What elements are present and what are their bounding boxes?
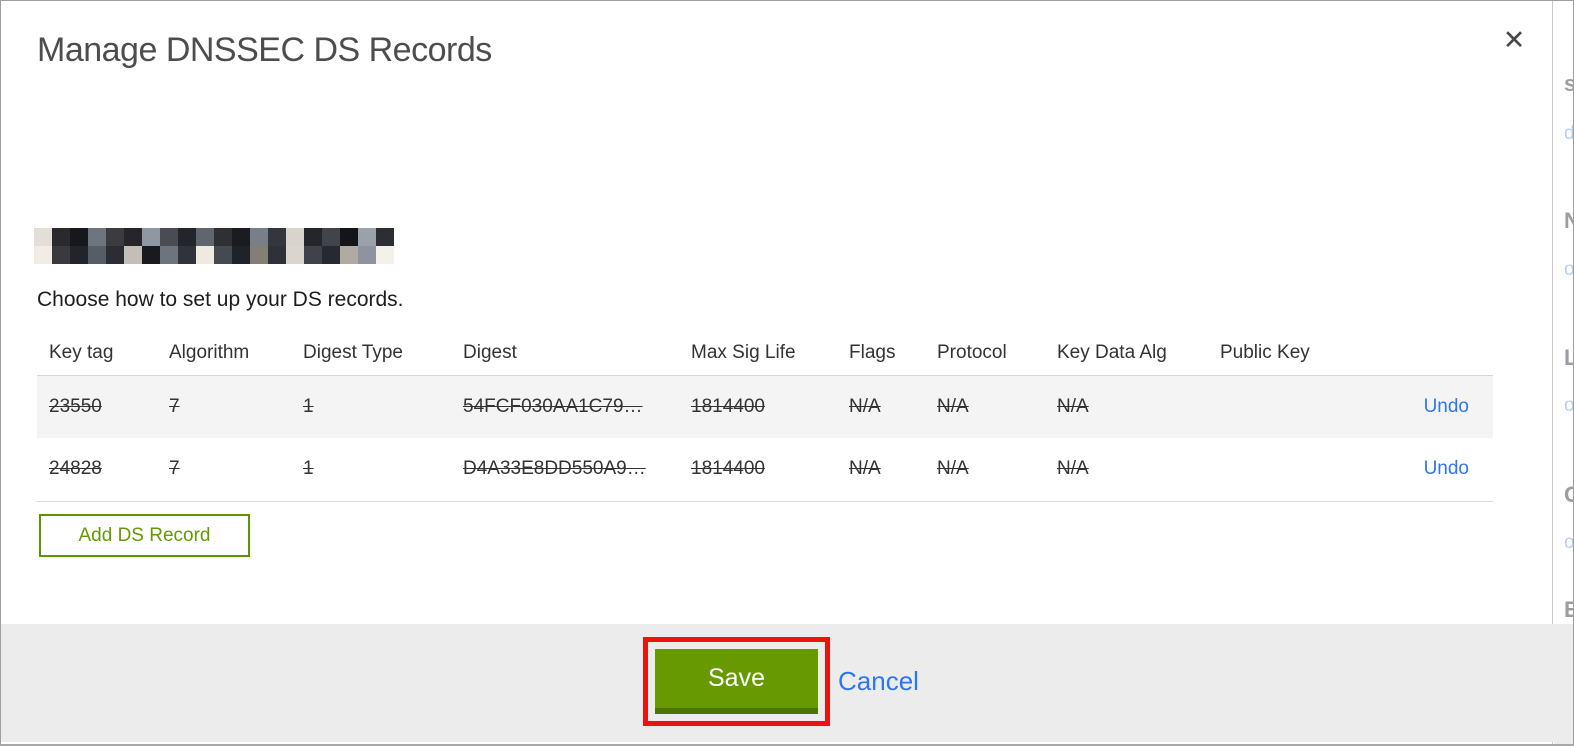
undo-link[interactable]: Undo bbox=[1424, 396, 1469, 417]
background-text-fragment: o bbox=[1564, 259, 1573, 280]
column-header-actions bbox=[1358, 331, 1493, 376]
cell-public-key bbox=[1208, 438, 1358, 502]
cell-max-sig-life: 1814400 bbox=[679, 375, 837, 438]
dialog-footer: Save Cancel bbox=[0, 624, 1574, 742]
cancel-link[interactable]: Cancel bbox=[838, 666, 919, 697]
column-header-protocol: Protocol bbox=[925, 331, 1045, 376]
table-row: 24828 7 1 D4A33E8DD550A9… 1814400 N/A N/… bbox=[37, 438, 1493, 502]
background-text-fragment: L bbox=[1564, 345, 1573, 370]
column-header-max-sig-life: Max Sig Life bbox=[679, 331, 837, 376]
subtitle-text: Choose how to set up your DS records. bbox=[37, 288, 404, 311]
cell-digest: D4A33E8DD550A9… bbox=[451, 438, 679, 502]
cell-algorithm: 7 bbox=[157, 375, 291, 438]
cell-public-key bbox=[1208, 375, 1358, 438]
background-text-fragment: E bbox=[1564, 597, 1573, 622]
cell-digest-type: 1 bbox=[291, 438, 451, 502]
cell-max-sig-life: 1814400 bbox=[679, 438, 837, 502]
column-header-digest: Digest bbox=[451, 331, 679, 376]
background-text-fragment: C bbox=[1564, 482, 1573, 507]
cell-key-tag: 24828 bbox=[37, 438, 157, 502]
cell-algorithm: 7 bbox=[157, 438, 291, 502]
table-row: 23550 7 1 54FCF030AA1C79… 1814400 N/A N/… bbox=[37, 375, 1493, 438]
background-text-fragment: s bbox=[1564, 71, 1573, 96]
cell-protocol: N/A bbox=[925, 438, 1045, 502]
table-header-row: Key tag Algorithm Digest Type Digest Max… bbox=[37, 331, 1493, 376]
cell-digest-type: 1 bbox=[291, 375, 451, 438]
column-header-digest-type: Digest Type bbox=[291, 331, 451, 376]
column-header-algorithm: Algorithm bbox=[157, 331, 291, 376]
background-text-fragment: d bbox=[1564, 123, 1573, 144]
column-header-key-data-alg: Key Data Alg bbox=[1045, 331, 1208, 376]
red-annotation-rectangle: Save bbox=[643, 637, 830, 726]
add-ds-record-button[interactable]: Add DS Record bbox=[39, 514, 250, 557]
undo-link[interactable]: Undo bbox=[1424, 458, 1469, 479]
background-text-fragment: N bbox=[1564, 208, 1573, 233]
background-text-fragment: o bbox=[1564, 532, 1573, 553]
cell-key-data-alg: N/A bbox=[1045, 375, 1208, 438]
column-header-public-key: Public Key bbox=[1208, 331, 1358, 376]
cell-digest: 54FCF030AA1C79… bbox=[451, 375, 679, 438]
cell-flags: N/A bbox=[837, 375, 925, 438]
page-title: Manage DNSSEC DS Records bbox=[37, 31, 492, 69]
column-header-key-tag: Key tag bbox=[37, 331, 157, 376]
cell-key-tag: 23550 bbox=[37, 375, 157, 438]
background-text-fragment: o bbox=[1564, 395, 1573, 416]
redacted-domain-name bbox=[34, 228, 394, 264]
close-icon[interactable]: ✕ bbox=[1497, 23, 1531, 57]
cell-key-data-alg: N/A bbox=[1045, 438, 1208, 502]
cell-protocol: N/A bbox=[925, 375, 1045, 438]
column-header-flags: Flags bbox=[837, 331, 925, 376]
save-button[interactable]: Save bbox=[655, 649, 818, 714]
ds-records-table: Key tag Algorithm Digest Type Digest Max… bbox=[37, 331, 1493, 502]
cell-flags: N/A bbox=[837, 438, 925, 502]
